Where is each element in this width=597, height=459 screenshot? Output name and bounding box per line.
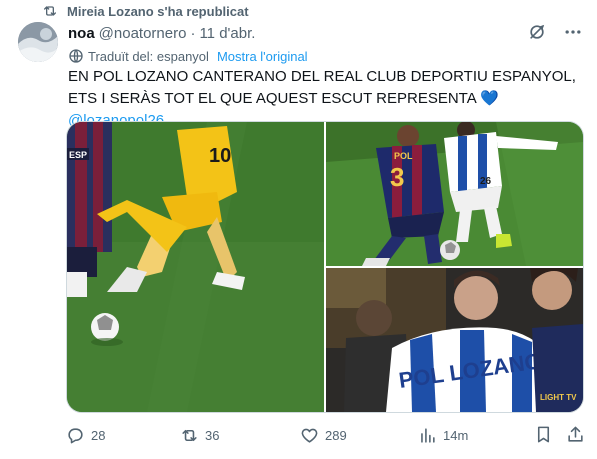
heart-icon xyxy=(301,428,318,443)
tweet-body: EN POL LOZANO CANTERANO DEL REAL CLUB DE… xyxy=(68,68,576,107)
yellow-shirt-number: 10 xyxy=(209,145,231,167)
like-count: 289 xyxy=(325,427,347,443)
barca-shirt-number: 3 xyxy=(390,162,404,192)
separator: · xyxy=(190,24,196,42)
repost-text: Mireia Lozano s'ha republicat xyxy=(67,3,249,19)
sponsor-text: LIGHT TV xyxy=(540,393,577,402)
repost-count: 36 xyxy=(205,427,220,443)
author-name[interactable]: noa xyxy=(68,25,95,42)
like-button[interactable]: 289 xyxy=(300,424,347,446)
barca-shirt-name: POL xyxy=(394,151,413,161)
repost-button[interactable]: 36 xyxy=(180,424,219,446)
media-image-2[interactable]: POL 3 26 xyxy=(326,122,583,266)
repost-action-icon xyxy=(182,429,197,441)
media-image-1[interactable]: ESP 10 xyxy=(67,122,324,412)
more-options-icon[interactable] xyxy=(563,22,583,42)
repost-bar[interactable]: Mireia Lozano s'ha republicat xyxy=(42,2,249,20)
grok-icon[interactable] xyxy=(527,22,547,42)
tweet-header: noa @noatornero · 11 d'abr. xyxy=(68,23,577,43)
blue-heart-icon: 💙 xyxy=(480,90,499,107)
media-image-3[interactable]: POL LOZANO LIGHT TV xyxy=(326,268,583,412)
esp-badge: ESP xyxy=(69,150,87,160)
bookmark-icon[interactable] xyxy=(534,425,553,444)
reply-icon xyxy=(68,427,83,443)
action-bar: 28 36 289 14m xyxy=(66,424,586,446)
show-original-link[interactable]: Mostra l'original xyxy=(217,49,308,64)
share-icon[interactable] xyxy=(566,425,585,444)
analytics-icon xyxy=(421,427,435,443)
reply-count: 28 xyxy=(91,427,106,443)
avatar[interactable] xyxy=(18,22,58,62)
espanyol-shirt-number: 26 xyxy=(480,176,492,187)
views-count: 14m xyxy=(443,427,469,443)
translation-label: Traduït del: espanyol xyxy=(88,48,209,64)
globe-icon xyxy=(69,49,83,63)
tweet-date[interactable]: 11 d'abr. xyxy=(199,25,255,42)
reply-button[interactable]: 28 xyxy=(66,424,105,446)
author-handle[interactable]: @noatornero xyxy=(99,25,187,42)
header-actions xyxy=(527,22,583,42)
media-grid: ESP 10 POL 3 26 POL LOZANO LIGHT TV xyxy=(66,121,584,413)
views-button[interactable]: 14m xyxy=(418,424,468,446)
repost-icon xyxy=(44,6,56,16)
translation-line: Traduït del: espanyol Mostra l'original xyxy=(68,46,308,66)
